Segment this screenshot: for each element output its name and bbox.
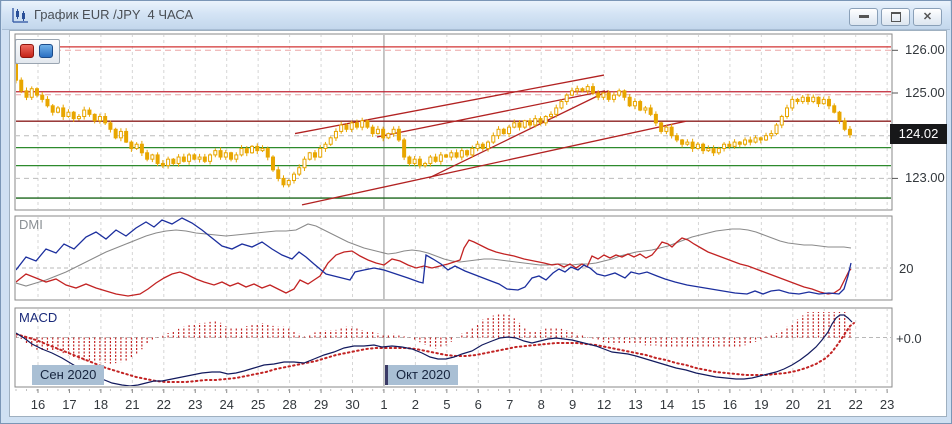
- time-axis-label: 5: [443, 397, 450, 412]
- time-axis-label: 9: [569, 397, 576, 412]
- time-axis-label: 7: [506, 397, 513, 412]
- macd-zero-label: +0.0: [896, 331, 922, 346]
- price-axis-label: 125.00: [905, 85, 945, 100]
- minimize-icon: [859, 15, 869, 18]
- time-axis-label: 23: [880, 397, 894, 412]
- dmi-level-label: 20: [899, 261, 913, 276]
- time-axis-label: 18: [94, 397, 108, 412]
- time-axis-label: 29: [314, 397, 328, 412]
- buy-button[interactable]: [39, 44, 53, 58]
- restore-button[interactable]: [881, 8, 910, 26]
- minimize-button[interactable]: [849, 8, 878, 26]
- time-axis-label: 23: [188, 397, 202, 412]
- time-axis-label: 2: [412, 397, 419, 412]
- time-axis-label: 12: [597, 397, 611, 412]
- time-axis-label: 19: [754, 397, 768, 412]
- time-axis-label: 1: [380, 397, 387, 412]
- chart-window: График EUR /JPY 4 ЧАСА ✕ DMI MACD Сен 20…: [0, 0, 952, 424]
- time-axis-label: 15: [691, 397, 705, 412]
- time-axis-label: 21: [125, 397, 139, 412]
- time-axis-label: 6: [475, 397, 482, 412]
- time-axis-label: 16: [723, 397, 737, 412]
- time-axis-label: 20: [786, 397, 800, 412]
- dmi-panel-border: [15, 216, 892, 300]
- window-title: График EUR /JPY 4 ЧАСА: [34, 7, 193, 22]
- time-axis-label: 16: [31, 397, 45, 412]
- time-axis-label: 17: [62, 397, 76, 412]
- price-axis-label: 126.00: [905, 42, 945, 57]
- sell-button[interactable]: [20, 44, 34, 58]
- time-axis-label: 22: [157, 397, 171, 412]
- time-axis-label: 28: [282, 397, 296, 412]
- chart-client-area[interactable]: DMI MACD Сен 2020 Окт 2020 124.02 20 +0.…: [9, 30, 947, 417]
- price-axis-label: 123.00: [905, 170, 945, 185]
- month-label-sep: Сен 2020: [32, 365, 104, 385]
- time-axis-label: 24: [219, 397, 233, 412]
- time-axis-label: 22: [848, 397, 862, 412]
- time-axis-label: 21: [817, 397, 831, 412]
- close-button[interactable]: ✕: [913, 8, 942, 26]
- chart-canvas[interactable]: [10, 31, 948, 418]
- title-bar[interactable]: График EUR /JPY 4 ЧАСА ✕: [2, 1, 950, 30]
- current-price-badge: 124.02: [890, 124, 947, 144]
- time-axis-label: 25: [251, 397, 265, 412]
- restore-icon: [891, 12, 901, 22]
- month-label-oct: Окт 2020: [385, 365, 458, 385]
- dmi-indicator-label: DMI: [19, 217, 43, 232]
- time-axis-label: 30: [345, 397, 359, 412]
- time-axis-label: 13: [628, 397, 642, 412]
- macd-indicator-label: MACD: [19, 310, 57, 325]
- time-axis-label: 8: [538, 397, 545, 412]
- quick-buttons-panel: [15, 39, 60, 64]
- close-icon: ✕: [923, 11, 932, 23]
- time-axis-label: 14: [660, 397, 674, 412]
- candlestick-chart-icon: [11, 7, 29, 23]
